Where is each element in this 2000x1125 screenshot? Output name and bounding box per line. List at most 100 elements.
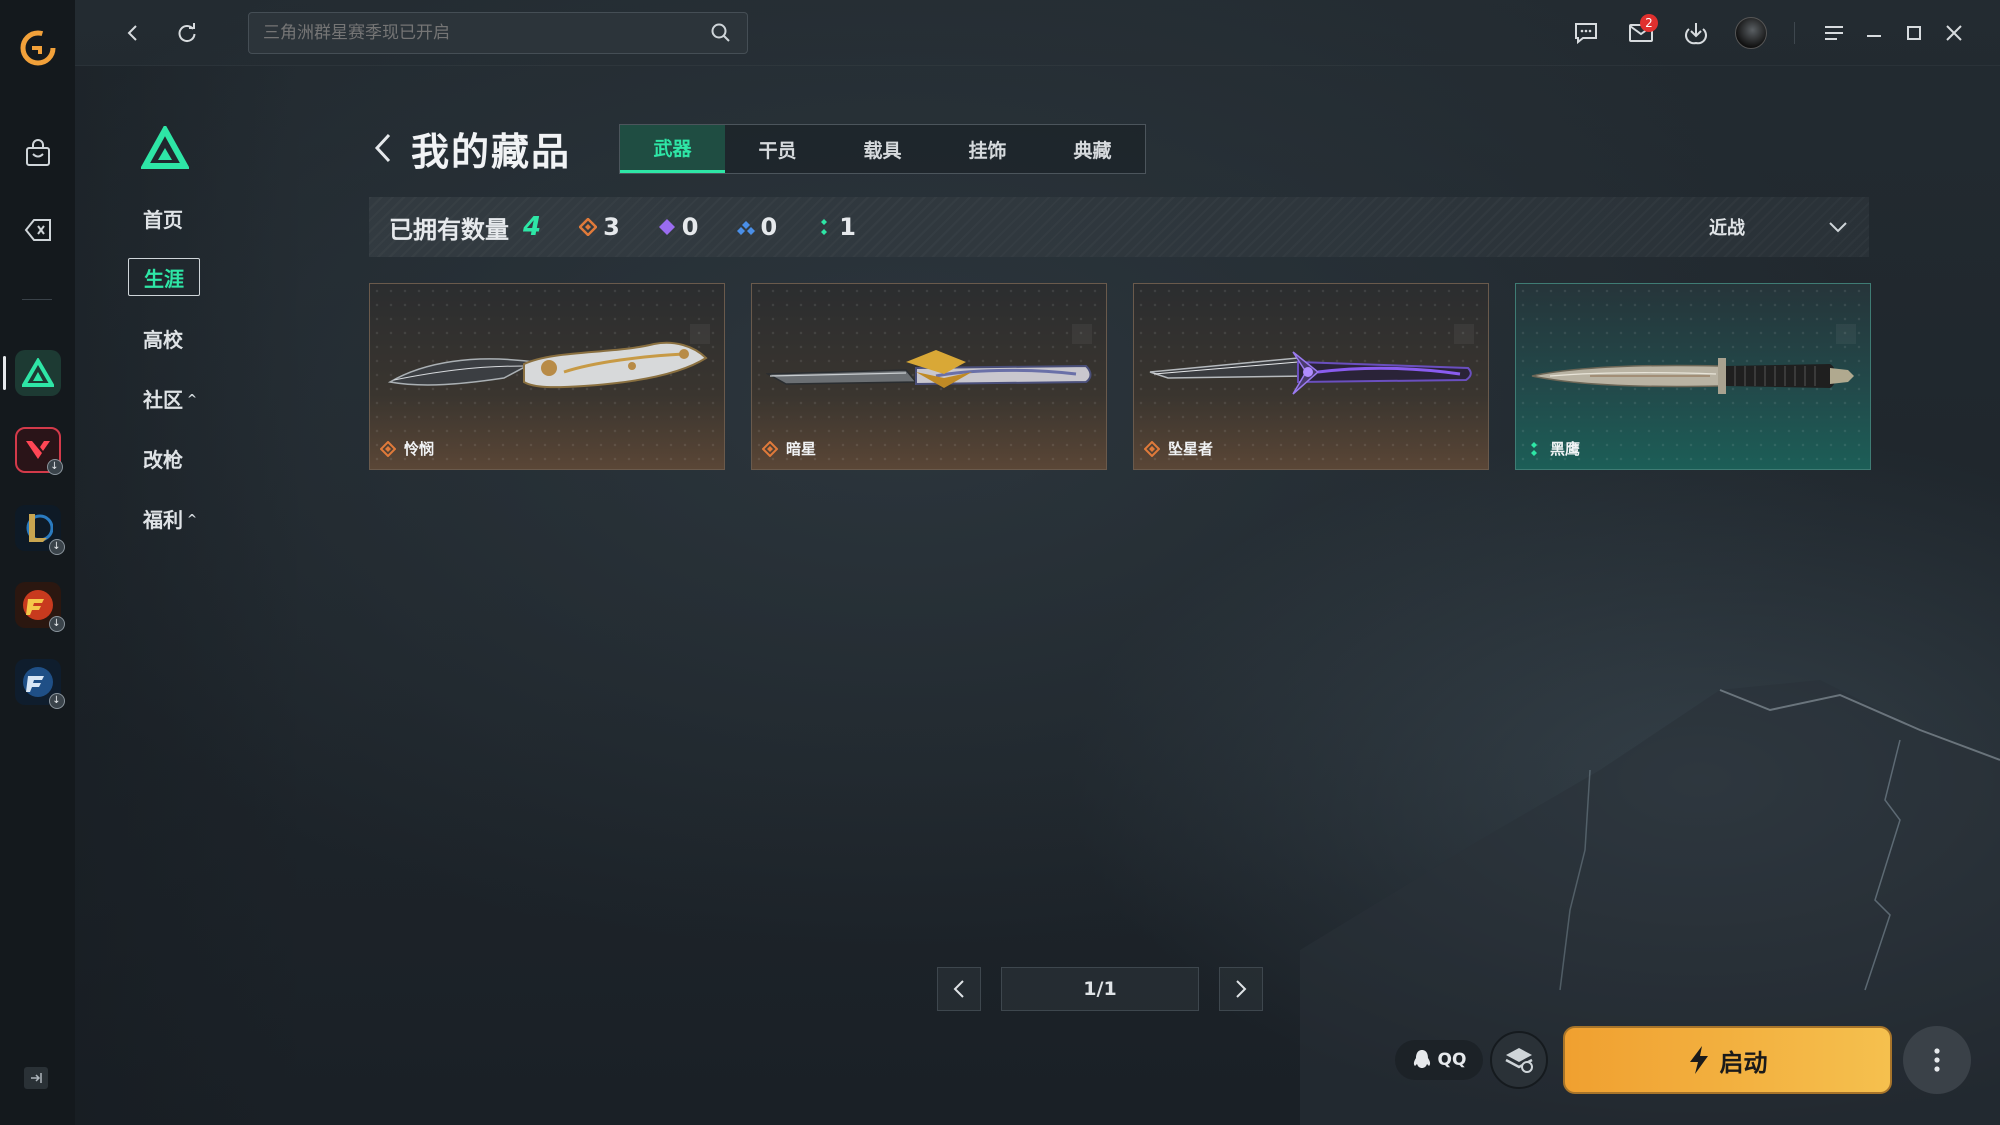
- item-card[interactable]: 黑鹰: [1515, 283, 1871, 470]
- crossfire-icon: ↓: [14, 582, 65, 632]
- rarity-orange-count: 3: [579, 213, 620, 241]
- game-crossfire-hd[interactable]: ↓: [0, 652, 75, 712]
- more-vertical-icon: [1934, 1048, 1940, 1072]
- prev-page-button[interactable]: [937, 967, 981, 1011]
- mail-button[interactable]: 2: [1622, 14, 1660, 52]
- search-input[interactable]: [263, 23, 709, 43]
- qq-penguin-icon: [1413, 1050, 1430, 1068]
- page-title: 我的藏品: [411, 129, 572, 174]
- item-card[interactable]: 怜悯: [369, 283, 725, 470]
- item-card[interactable]: 暗星: [751, 283, 1107, 470]
- chat-button[interactable]: [1567, 14, 1605, 52]
- category-tabs: 武器 干员 载具 挂饰 典藏: [619, 124, 1146, 174]
- wegame-logo[interactable]: [0, 18, 75, 78]
- profile-button[interactable]: [1732, 14, 1770, 52]
- collapse-icon: [31, 1073, 42, 1083]
- search-bar[interactable]: [248, 12, 748, 54]
- collection-back-button[interactable]: [369, 128, 397, 168]
- chevron-left-icon: [127, 25, 137, 41]
- nav-welfare-label: 福利: [143, 508, 183, 532]
- delta-force-icon: [14, 350, 61, 396]
- rail-divider: [22, 299, 52, 300]
- topbar-separator: [1794, 22, 1795, 44]
- item-name: 坠星者: [1168, 440, 1214, 458]
- item-name-row: 怜悯: [380, 438, 434, 459]
- launch-label: 启动: [1719, 1048, 1768, 1077]
- chat-icon: [1575, 23, 1597, 45]
- more-options-button[interactable]: [1903, 1026, 1971, 1094]
- tab-vehicles[interactable]: 载具: [830, 125, 935, 173]
- orange-gem-icon: [1144, 440, 1160, 457]
- menu-button[interactable]: [1815, 14, 1853, 52]
- store-button[interactable]: [0, 124, 75, 184]
- nav-career-label: 生涯: [144, 266, 184, 291]
- item-name: 黑鹰: [1550, 440, 1581, 458]
- coupon-button[interactable]: [0, 200, 75, 260]
- qq-login-pill[interactable]: QQ: [1395, 1040, 1483, 1080]
- maximize-button[interactable]: [1895, 14, 1933, 52]
- collapse-sidebar-button[interactable]: [24, 1067, 48, 1089]
- nav-campus[interactable]: 高校: [143, 324, 183, 353]
- app-rail: ↓ ↓ ↓ ↓: [0, 0, 75, 1125]
- rarity-green-count: 1: [815, 213, 856, 241]
- item-card[interactable]: 坠星者: [1133, 283, 1489, 470]
- chevron-down-icon: [1829, 222, 1847, 233]
- close-icon: [1946, 25, 1962, 41]
- item-name-row: 暗星: [762, 438, 816, 459]
- owned-count: 4: [523, 212, 542, 242]
- nav-community-label: 社区: [143, 388, 183, 412]
- downloads-button[interactable]: [1677, 14, 1715, 52]
- orange-gem-icon: [380, 440, 396, 457]
- item-name: 暗星: [786, 440, 817, 458]
- nav-gunsmith[interactable]: 改枪: [143, 444, 183, 473]
- rarity-green-value: 1: [839, 213, 856, 241]
- close-button[interactable]: [1935, 14, 1973, 52]
- nav-career[interactable]: 生涯: [128, 258, 200, 296]
- tab-charms[interactable]: 挂饰: [935, 125, 1040, 173]
- nav-welfare[interactable]: 福利 ^: [143, 504, 197, 533]
- tab-collectibles[interactable]: 典藏: [1040, 125, 1145, 173]
- green-gem-icon: [1531, 441, 1537, 456]
- crossfire-hd-icon: ↓: [14, 659, 65, 709]
- title-row: 我的藏品: [369, 120, 571, 176]
- download-badge-icon: ↓: [48, 693, 65, 709]
- maximize-icon: [1907, 26, 1921, 40]
- lightning-icon: [1689, 1046, 1708, 1074]
- orange-gem-icon: [762, 440, 778, 457]
- refresh-button[interactable]: [168, 14, 206, 52]
- green-gem-icon: [821, 219, 828, 235]
- refresh-icon: [178, 23, 196, 43]
- caret-up-icon: ^: [187, 391, 198, 406]
- back-button[interactable]: [114, 14, 152, 52]
- accelerator-button[interactable]: [1490, 1031, 1548, 1089]
- tab-weapons[interactable]: 武器: [620, 125, 725, 173]
- next-page-button[interactable]: [1219, 967, 1263, 1011]
- tab-operators[interactable]: 干员: [725, 125, 830, 173]
- page-indicator: 1/1: [1001, 967, 1199, 1011]
- game-crossfire[interactable]: ↓: [0, 575, 75, 635]
- nav-home[interactable]: 首页: [143, 204, 183, 233]
- category-filter-dropdown[interactable]: 近战: [1679, 207, 1849, 247]
- nav-community[interactable]: 社区 ^: [143, 384, 197, 413]
- hamburger-icon: [1825, 26, 1843, 40]
- knife-mercy-image: [387, 341, 708, 389]
- nav-gunsmith-label: 改枪: [143, 448, 183, 472]
- nav-campus-label: 高校: [143, 328, 183, 352]
- search-icon[interactable]: [709, 21, 733, 45]
- download-badge-icon: ↓: [48, 616, 65, 632]
- league-icon: ↓: [14, 505, 65, 555]
- launch-game-button[interactable]: 启动: [1563, 1026, 1892, 1094]
- game-valorant[interactable]: ↓: [0, 420, 75, 480]
- download-badge-icon: ↓: [46, 459, 63, 475]
- blue-gem-icon: [736, 221, 755, 235]
- owned-label: 已拥有数量: [389, 215, 509, 244]
- wegame-logo-icon: [20, 30, 55, 66]
- game-nav: 首页 生涯 高校 社区 ^ 改枪 福利 ^: [75, 66, 305, 1125]
- knife-black-hawk-image: [1531, 358, 1854, 394]
- rarity-blue-count: 0: [736, 213, 777, 241]
- tag-icon: [24, 219, 51, 241]
- filter-selected: 近战: [1709, 218, 1745, 239]
- game-delta-force[interactable]: [0, 343, 75, 403]
- game-league-of-legends[interactable]: ↓: [0, 498, 75, 558]
- minimize-button[interactable]: [1855, 14, 1893, 52]
